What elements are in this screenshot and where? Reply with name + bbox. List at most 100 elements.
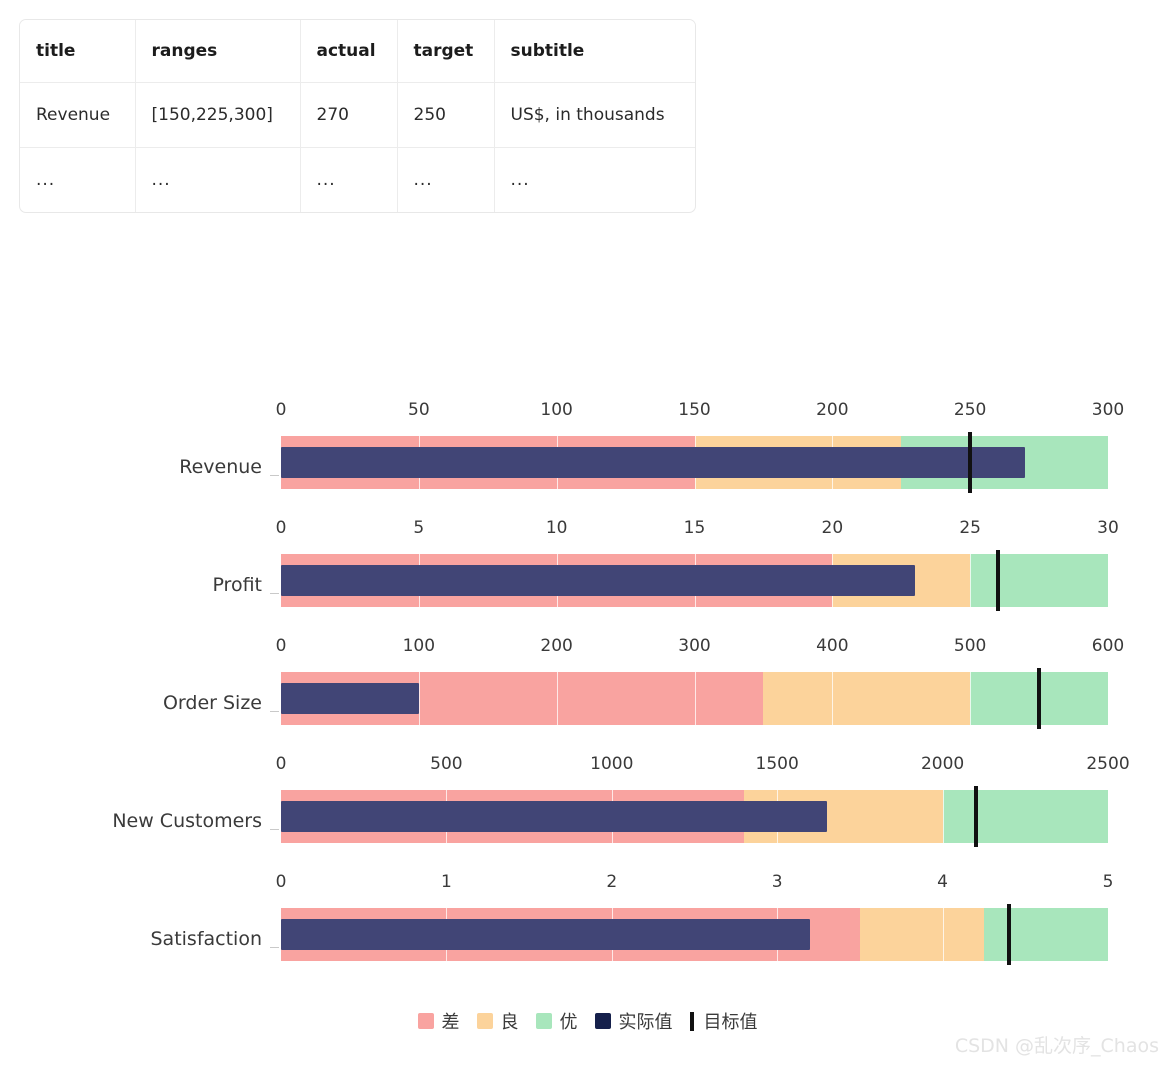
axis-tick-label: 0 [275, 518, 287, 538]
axis-tick-label: 2000 [920, 754, 965, 774]
table-body: Revenue [150,225,300] 270 250 US$, in th… [20, 82, 695, 212]
bullet-row: Order Size 0 100 200 300 400 500 600 [0, 636, 1175, 754]
qualitative-range-track [281, 668, 1108, 729]
range-segment-good [942, 790, 1108, 843]
axis-tick-label: 300 [678, 636, 711, 656]
column-header-actual: actual [300, 20, 398, 83]
axis-tick-label: 1500 [755, 754, 799, 774]
range-segment-good [983, 908, 1108, 961]
axis-tick-label: 0 [275, 636, 287, 656]
legend-label: 差 [441, 1012, 460, 1033]
axis-tick-label: 15 [683, 518, 706, 538]
axis-tick-label: 3 [771, 872, 783, 892]
legend-poor[interactable]: 差 [417, 1008, 460, 1034]
target-value-marker [1037, 668, 1042, 729]
data-table: title ranges actual target subtitle Reve… [19, 19, 696, 213]
axis-tick-label: 0 [275, 872, 287, 892]
bullet-axis: 0 1 2 3 4 5 [276, 872, 1114, 908]
target-value-marker [995, 550, 1000, 611]
page-root: title ranges actual target subtitle Reve… [0, 0, 1175, 1070]
axis-tick-label: 250 [953, 400, 987, 420]
legend-actual[interactable]: 实际值 [594, 1008, 673, 1034]
gridline [970, 554, 972, 607]
qualitative-range-track [281, 786, 1108, 847]
legend-swatch-icon [476, 1013, 493, 1029]
legend-target[interactable]: 目标值 [689, 1008, 758, 1034]
axis-tick-label: 5 [1102, 872, 1114, 892]
bullet-chart: Revenue 0 50 100 150 200 250 300 Profit 0 5 10 15 20 2… [0, 400, 1175, 990]
table-head: title ranges actual target subtitle [20, 20, 695, 83]
legend-label: 优 [559, 1012, 578, 1033]
gridline [832, 672, 834, 725]
actual-value-bar [281, 565, 916, 596]
bullet-spec-table: title ranges actual target subtitle Reve… [20, 20, 695, 212]
gridline [970, 672, 972, 725]
axis-tick-label: 1000 [590, 754, 634, 774]
cell-subtitle-ellipsis: ... [510, 169, 530, 190]
actual-value-bar [281, 919, 811, 950]
range-segment-good [970, 554, 1108, 607]
bullet-axis: 0 100 200 300 400 500 600 [276, 636, 1125, 672]
legend-label: 目标值 [703, 1012, 758, 1033]
axis-tick-label: 25 [959, 518, 981, 538]
axis-tick-label: 5 [413, 518, 425, 538]
bullet-plot-area: 0 5 10 15 20 25 30 [276, 518, 1119, 618]
axis-tick-label: 20 [821, 518, 844, 538]
range-segment-fair [859, 908, 984, 961]
axis-tick-label: 4 [937, 872, 949, 892]
axis-tick-label: 500 [953, 636, 987, 656]
legend-swatch-icon [594, 1013, 611, 1029]
qualitative-range-track [281, 550, 1108, 611]
target-value-marker [1006, 904, 1011, 965]
bullet-plot-area: 0 500 1000 1500 2000 2500 [276, 754, 1130, 854]
axis-tick-label: 2 [606, 872, 618, 892]
legend-good[interactable]: 优 [535, 1008, 578, 1034]
cell-ranges: [150,225,300] [135, 82, 301, 148]
axis-tick-stub [270, 711, 279, 712]
cell-target-ellipsis: ... [397, 147, 495, 212]
cell-actual: 270 [300, 82, 398, 148]
axis-tick-label: 100 [402, 636, 436, 656]
gridline [942, 908, 944, 961]
legend-label: 良 [500, 1012, 519, 1033]
bullet-row-label: Revenue [179, 456, 262, 478]
axis-tick-stub [270, 475, 279, 476]
axis-tick-stub [270, 593, 279, 594]
bullet-row: Revenue 0 50 100 150 200 250 300 [0, 400, 1175, 518]
legend-label: 实际值 [618, 1012, 673, 1033]
cell-title: Revenue [20, 82, 136, 148]
axis-tick-label: 0 [275, 400, 287, 420]
target-value-marker [968, 432, 973, 493]
axis-tick-label: 150 [678, 400, 711, 420]
legend-fair[interactable]: 良 [476, 1008, 519, 1034]
cell-target: 250 [397, 82, 495, 148]
actual-value-bar [281, 447, 1026, 478]
gridline [418, 672, 420, 725]
axis-tick-label: 30 [1097, 518, 1119, 538]
column-header-ranges: ranges [135, 20, 301, 83]
axis-tick-label: 0 [275, 754, 287, 774]
axis-tick-stub [270, 829, 279, 830]
bullet-row: Satisfaction 0 1 2 3 4 5 [0, 872, 1175, 990]
axis-tick-label: 600 [1091, 636, 1125, 656]
legend-swatch-icon [417, 1013, 434, 1029]
range-segment-fair [763, 672, 971, 725]
qualitative-range-track [281, 904, 1108, 965]
table-header-row: title ranges actual target subtitle [20, 20, 695, 83]
actual-value-bar [281, 683, 419, 714]
gridline [942, 790, 944, 843]
column-header-subtitle: subtitle [494, 20, 695, 83]
watermark: CSDN @乱次序_Chaos [954, 1035, 1159, 1057]
target-value-marker [973, 786, 978, 847]
gridline [694, 672, 696, 725]
bullet-axis: 0 50 100 150 200 250 300 [276, 400, 1125, 436]
cell-ranges-ellipsis: ... [135, 147, 301, 212]
axis-tick-label: 10 [545, 518, 568, 538]
bullet-row-label: New Customers [112, 810, 262, 832]
axis-tick-label: 400 [816, 636, 849, 656]
axis-tick-label: 100 [540, 400, 573, 420]
bullet-row-label: Profit [212, 574, 262, 596]
axis-tick-stub [270, 947, 279, 948]
bullet-plot-area: 0 1 2 3 4 5 [276, 872, 1114, 972]
axis-tick-label: 50 [408, 400, 430, 420]
